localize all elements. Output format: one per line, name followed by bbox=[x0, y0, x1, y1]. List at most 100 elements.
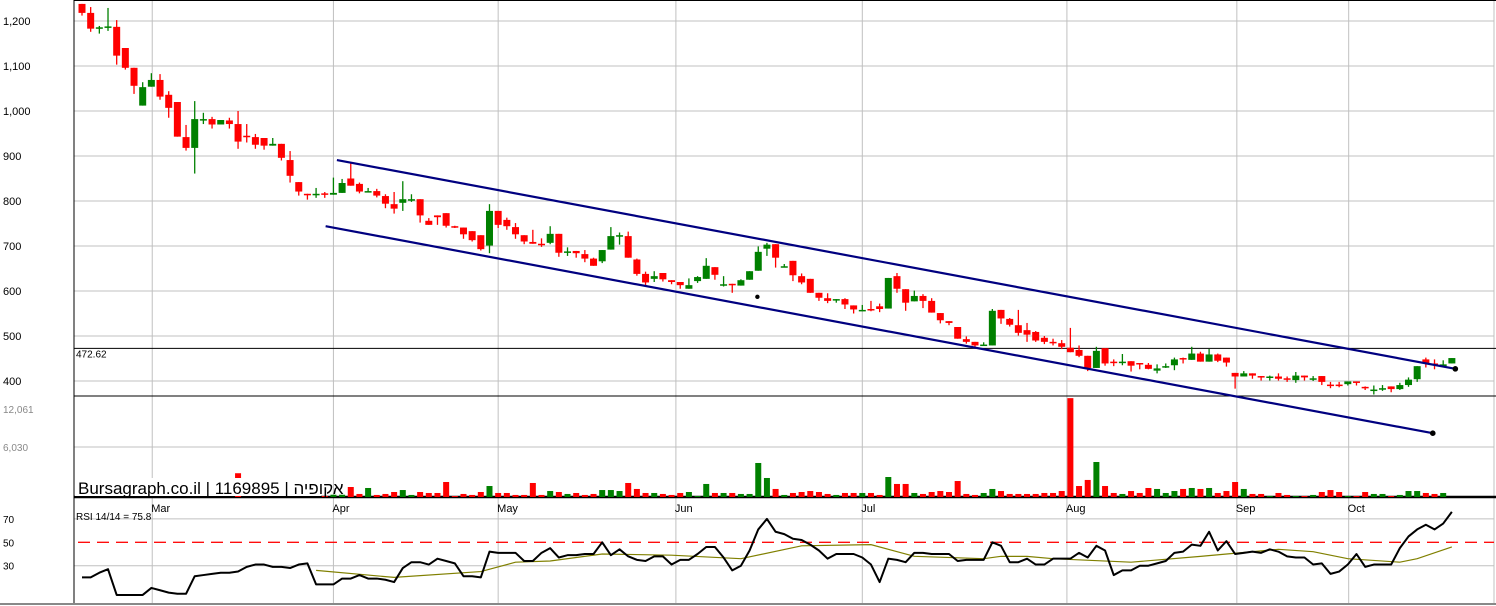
volume-bar bbox=[477, 492, 484, 497]
candle-body bbox=[1196, 353, 1204, 362]
candle-body bbox=[277, 143, 285, 158]
price-tick-label: 800 bbox=[3, 196, 21, 208]
volume-bar bbox=[1050, 492, 1057, 497]
volume-bar bbox=[1310, 494, 1317, 497]
candle-body bbox=[1084, 355, 1092, 368]
volume-panel bbox=[235, 398, 1447, 497]
candle-body bbox=[1101, 348, 1109, 364]
candle-body bbox=[87, 12, 95, 29]
candle-body bbox=[1023, 330, 1031, 335]
candle-body bbox=[1240, 373, 1248, 377]
volume-bar bbox=[1405, 491, 1412, 497]
volume-bar bbox=[417, 492, 424, 497]
volume-bar bbox=[564, 493, 571, 497]
rsi-tick-label: 50 bbox=[3, 538, 15, 549]
candle-body bbox=[269, 143, 277, 146]
volume-bar bbox=[954, 481, 961, 497]
candle-body bbox=[459, 227, 467, 235]
candle-body bbox=[78, 3, 86, 13]
volume-bar bbox=[1232, 482, 1239, 497]
candle-body bbox=[1231, 372, 1239, 377]
candle-body bbox=[243, 135, 251, 138]
month-label: Sep bbox=[1236, 503, 1256, 515]
chart-marker bbox=[755, 294, 760, 300]
candle-body bbox=[139, 87, 147, 106]
candle-body bbox=[988, 310, 996, 346]
volume-bar bbox=[972, 494, 979, 497]
candle-body bbox=[347, 178, 355, 186]
trend-line-endpoint bbox=[1429, 430, 1436, 437]
volume-bar bbox=[1344, 496, 1351, 497]
candle-body bbox=[1352, 381, 1360, 383]
volume-bar bbox=[1440, 492, 1447, 497]
volume-bar bbox=[625, 482, 632, 497]
price-tick-label: 1,200 bbox=[3, 16, 31, 28]
candle-body bbox=[841, 299, 849, 305]
volume-bar bbox=[911, 492, 918, 497]
volume-bar bbox=[555, 492, 562, 497]
volume-bar bbox=[443, 482, 450, 497]
candle-body bbox=[217, 120, 225, 125]
candle-body bbox=[893, 276, 901, 289]
volume-bar bbox=[1076, 486, 1083, 497]
candle-body bbox=[251, 137, 259, 145]
candle-body bbox=[442, 213, 450, 226]
volume-bar bbox=[1370, 493, 1377, 497]
volume-bar bbox=[937, 491, 944, 497]
volume-bar bbox=[347, 487, 354, 497]
price-tick-label: 1,100 bbox=[3, 61, 31, 73]
volume-bar bbox=[1206, 487, 1213, 497]
candle-body bbox=[321, 193, 329, 195]
volume-bar bbox=[694, 496, 701, 497]
volume-bar bbox=[460, 493, 467, 497]
volume-bar bbox=[1119, 493, 1126, 497]
candle-body bbox=[1413, 366, 1421, 380]
candle-body bbox=[225, 120, 233, 125]
candle-body bbox=[789, 260, 797, 276]
volume-bar bbox=[451, 496, 458, 497]
volume-bar bbox=[876, 494, 883, 497]
month-label: Aug bbox=[1066, 503, 1086, 515]
volume-bar bbox=[867, 492, 874, 497]
month-label: Jul bbox=[861, 503, 875, 515]
candle-body bbox=[858, 309, 866, 312]
candle-body bbox=[616, 235, 624, 237]
candle-body bbox=[1326, 384, 1334, 387]
candle-body bbox=[763, 244, 771, 249]
volume-bar bbox=[668, 494, 675, 497]
candle-body bbox=[1222, 357, 1230, 363]
candle-body bbox=[451, 226, 459, 228]
candle-body bbox=[598, 250, 606, 262]
candle-body bbox=[286, 160, 294, 176]
candle-body bbox=[1153, 368, 1161, 371]
price-tick-label: 600 bbox=[3, 286, 21, 298]
volume-bar bbox=[495, 492, 502, 497]
candle-body bbox=[1092, 350, 1100, 368]
volume-bar bbox=[547, 491, 554, 497]
volume-bar bbox=[1336, 492, 1343, 497]
volume-bar bbox=[859, 492, 866, 497]
candle-body bbox=[1318, 376, 1326, 382]
candle-body bbox=[564, 251, 572, 253]
volume-bar bbox=[772, 488, 779, 497]
stock-chart: 1,200 1,100 1,000 900 800 700 600 500 400 12,061 6… bbox=[0, 0, 1496, 605]
candle-body bbox=[650, 276, 658, 279]
candle-body bbox=[529, 241, 537, 244]
volume-bar bbox=[1258, 493, 1265, 497]
volume-bar bbox=[512, 494, 519, 497]
volume-bar bbox=[651, 492, 658, 497]
volume-bar bbox=[833, 494, 840, 497]
candle-body bbox=[130, 67, 138, 86]
volume-bar bbox=[1301, 496, 1308, 497]
volume-bar bbox=[1102, 486, 1109, 497]
volume-bar bbox=[824, 493, 831, 497]
grid-layer bbox=[74, 0, 1495, 603]
candle-body bbox=[1040, 337, 1048, 342]
volume-bar bbox=[408, 494, 415, 497]
volume-bar bbox=[573, 492, 580, 497]
trend-line-endpoint bbox=[1452, 366, 1459, 372]
candle-body bbox=[737, 280, 745, 286]
candle-body bbox=[416, 199, 424, 216]
volume-bar bbox=[1058, 491, 1065, 497]
volume-bar bbox=[1327, 490, 1334, 497]
